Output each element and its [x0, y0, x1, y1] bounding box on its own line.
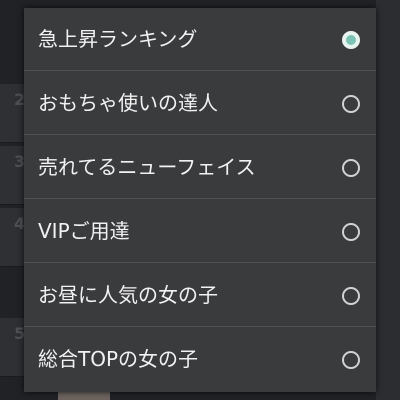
option-label: 総合TOPの女の子 [38, 347, 199, 371]
background-thumbnail [58, 392, 110, 400]
option-overall-top[interactable]: 総合TOPの女の子 [24, 328, 376, 391]
radio-unselected-icon[interactable] [342, 287, 360, 305]
radio-unselected-icon[interactable] [342, 95, 360, 113]
option-daytime-popular[interactable]: お昼に人気の女の子 [24, 264, 376, 327]
option-new-face[interactable]: 売れてるニューフェイス [24, 136, 376, 199]
radio-unselected-icon[interactable] [342, 223, 360, 241]
option-label: VIPご用達 [38, 219, 130, 243]
radio-dot-icon [346, 35, 356, 45]
option-toy-master[interactable]: おもちゃ使いの達人 [24, 72, 376, 135]
radio-selected-icon[interactable] [342, 31, 360, 49]
option-label: お昼に人気の女の子 [38, 283, 218, 307]
option-label: 売れてるニューフェイス [38, 155, 256, 179]
radio-unselected-icon[interactable] [342, 351, 360, 369]
background-edge [376, 0, 400, 400]
option-trending-ranking[interactable]: 急上昇ランキング [24, 8, 376, 71]
option-label: おもちゃ使いの達人 [38, 91, 218, 115]
radio-unselected-icon[interactable] [342, 159, 360, 177]
option-label: 急上昇ランキング [38, 27, 198, 51]
ranking-select-dialog: 急上昇ランキング おもちゃ使いの達人 売れてるニューフェイス VIPご用達 お昼… [24, 8, 376, 392]
option-vip[interactable]: VIPご用達 [24, 200, 376, 263]
